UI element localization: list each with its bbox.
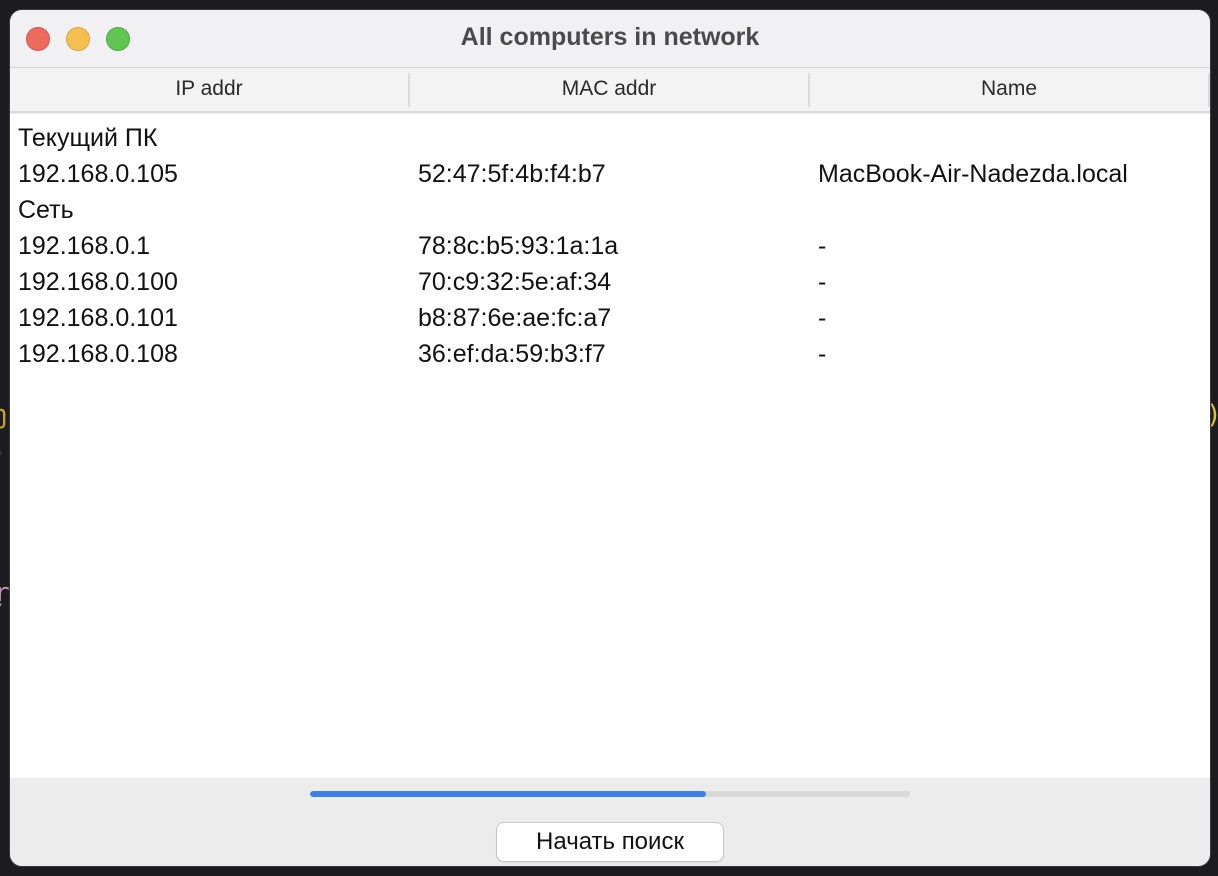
cell-name: - xyxy=(818,232,827,260)
group-label: Текущий ПК xyxy=(18,124,158,152)
cell-mac: b8:87:6e:ae:fc:a7 xyxy=(418,304,612,332)
cell-name: - xyxy=(818,340,827,368)
window-title: All computers in network xyxy=(460,23,760,51)
table-row[interactable]: 192.168.0.100 70:c9:32:5e:af:34 - xyxy=(10,264,1210,300)
cell-ip: 192.168.0.108 xyxy=(18,340,178,368)
group-row[interactable]: Сеть xyxy=(10,192,1210,228)
cell-ip: 192.168.0.105 xyxy=(18,160,178,188)
cell-mac: 78:8c:b5:93:1a:1a xyxy=(418,232,619,260)
computers-table: Текущий ПК 192.168.0.105 52:47:5f:4b:f4:b7… xyxy=(10,114,1210,778)
table-header: IP addr MAC addr Name xyxy=(10,68,1210,113)
cell-ip: 192.168.0.100 xyxy=(18,268,178,296)
column-header-ip[interactable]: IP addr xyxy=(10,68,408,111)
cell-name: - xyxy=(818,268,827,296)
footer-bar: Начать поиск xyxy=(10,778,1210,866)
column-header-name[interactable]: Name xyxy=(810,68,1208,111)
cell-mac: 36:ef:da:59:b3:f7 xyxy=(418,340,606,368)
column-header-mac[interactable]: MAC addr xyxy=(410,68,808,111)
group-label: Сеть xyxy=(18,196,74,224)
cell-name: MacBook-Air-Nadezda.local xyxy=(818,160,1128,188)
search-progress-bar xyxy=(310,791,910,797)
search-progress-fill xyxy=(310,791,706,797)
table-row[interactable]: 192.168.0.105 52:47:5f:4b:f4:b7 MacBook-Ai… xyxy=(10,156,1210,192)
network-window: All computers in network IP addr MAC add… xyxy=(10,10,1210,866)
background-glyph: ŗ xyxy=(0,578,10,608)
group-row[interactable]: Текущий ПК xyxy=(10,120,1210,156)
cell-name: - xyxy=(818,304,827,332)
cell-mac: 52:47:5f:4b:f4:b7 xyxy=(418,160,606,188)
cell-ip: 192.168.0.101 xyxy=(18,304,178,332)
column-separator[interactable] xyxy=(1208,73,1210,107)
start-search-button[interactable]: Начать поиск xyxy=(496,822,724,862)
cell-mac: 70:c9:32:5e:af:34 xyxy=(418,268,612,296)
background-glyph: ŋ xyxy=(0,402,8,428)
table-row[interactable]: 192.168.0.108 36:ef:da:59:b3:f7 - xyxy=(10,336,1210,372)
title-bar[interactable]: All computers in network xyxy=(10,10,1210,68)
background-glyph: ) xyxy=(0,440,6,466)
cell-ip: 192.168.0.1 xyxy=(18,232,151,260)
table-row[interactable]: 192.168.0.101 b8:87:6e:ae:fc:a7 - xyxy=(10,300,1210,336)
table-row[interactable]: 192.168.0.1 78:8c:b5:93:1a:1a - xyxy=(10,228,1210,264)
